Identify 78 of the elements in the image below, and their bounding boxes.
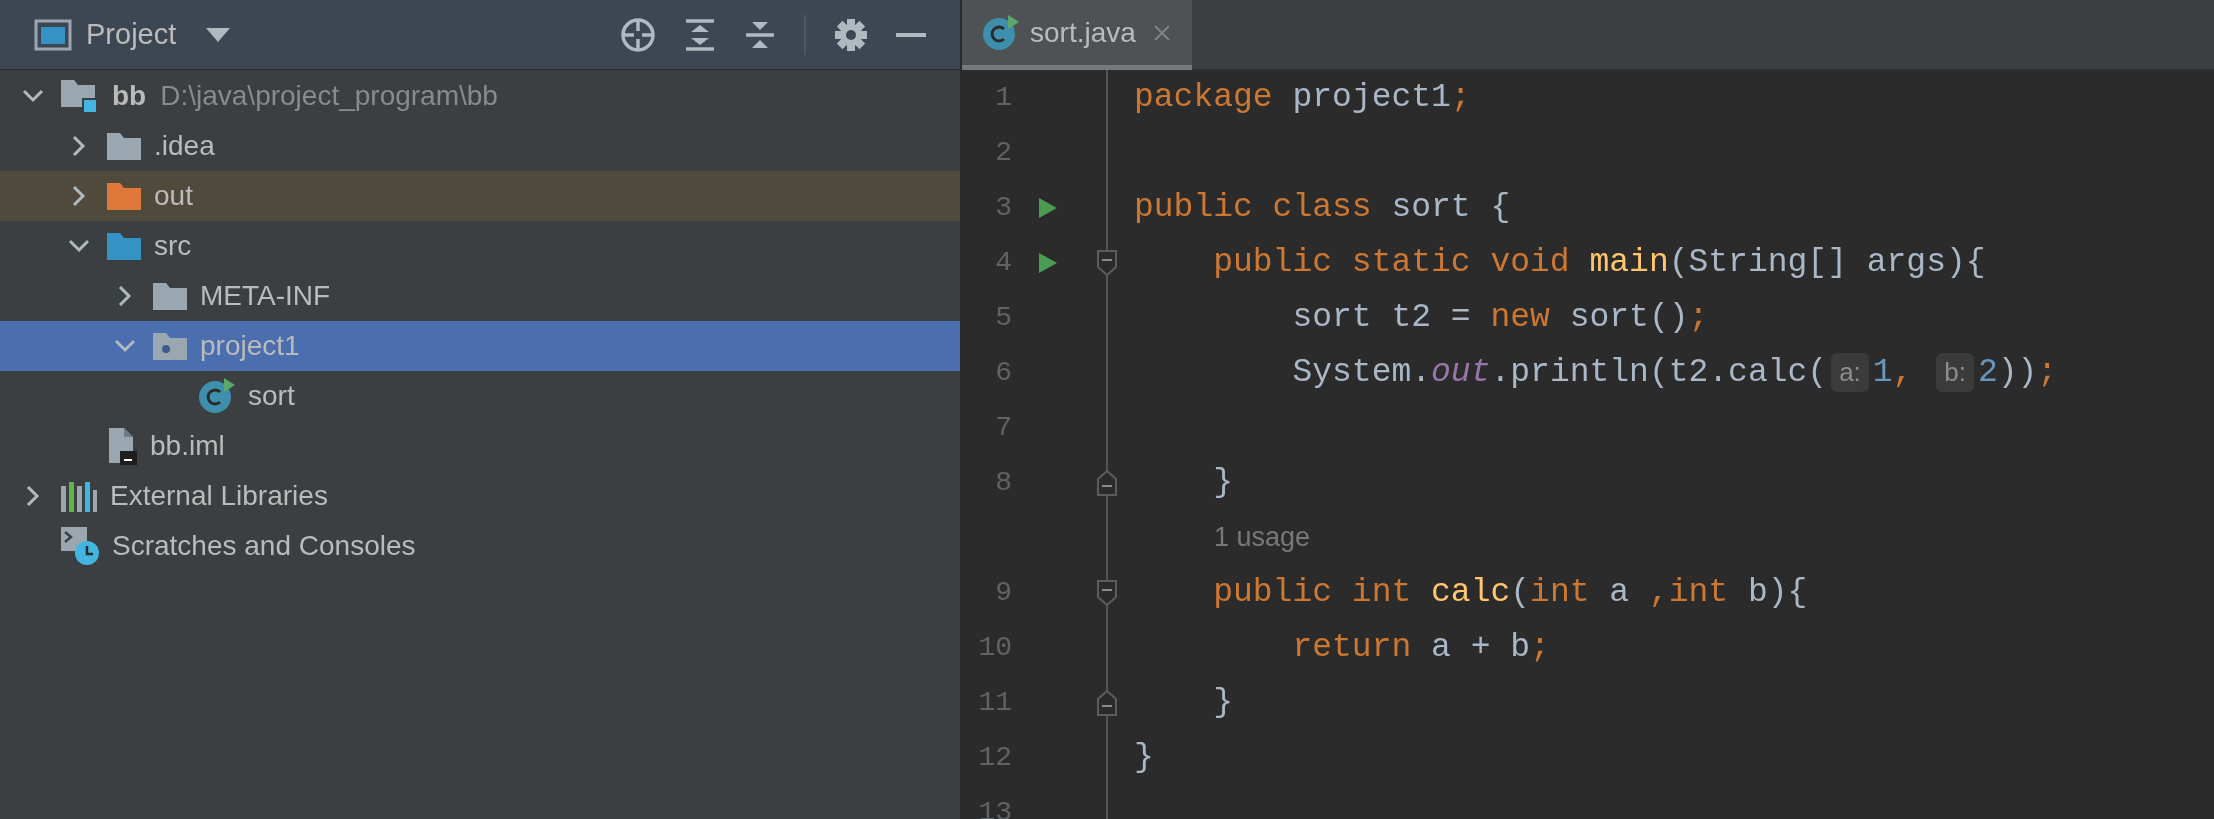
library-bars-icon (60, 480, 98, 512)
expanded-chevron-icon[interactable] (68, 239, 90, 253)
line-number: 5 (994, 300, 1012, 335)
tree-item[interactable]: .idea (0, 121, 960, 171)
panel-title: Project (86, 16, 177, 52)
tree-item-label: bb.iml (150, 429, 225, 463)
collapsed-chevron-icon[interactable] (72, 135, 86, 157)
fold-marker-icon[interactable] (1097, 579, 1117, 606)
tree-item-label: out (154, 179, 193, 213)
collapsed-chevron-icon[interactable] (118, 285, 132, 307)
settings-icon[interactable] (834, 17, 868, 52)
tree-item[interactable]: src (0, 221, 960, 271)
window-icon (34, 18, 72, 51)
collapsed-chevron-icon[interactable] (26, 485, 40, 507)
code-line: return a + b; (1291, 627, 1550, 668)
tree-item[interactable]: Scratches and Consoles (0, 521, 960, 571)
tree-item[interactable]: External Libraries (0, 471, 960, 521)
tree-item-label: META-INF (200, 279, 331, 313)
dropdown-caret-icon[interactable] (206, 27, 231, 42)
line-number: 13 (977, 795, 1012, 819)
code-line: sort t2 = new sort(); (1291, 297, 1709, 338)
folder-icon (106, 231, 142, 261)
tree-item-label: bb (112, 79, 147, 113)
tree-item-label: .idea (154, 129, 215, 163)
line-number: 10 (977, 630, 1012, 665)
folder-icon (106, 181, 142, 211)
expanded-chevron-icon[interactable] (22, 89, 44, 103)
tree-item[interactable]: META-INF (0, 271, 960, 321)
line-number: 11 (977, 685, 1012, 720)
fold-marker-icon[interactable] (1097, 249, 1117, 276)
usage-hint[interactable]: 1 usage (1214, 517, 1311, 558)
tree-item[interactable]: sort (0, 371, 960, 421)
code-line: public class sort { (1134, 187, 1511, 228)
line-number: 6 (994, 355, 1012, 390)
line-number: 7 (994, 410, 1012, 445)
code-line: package project1; (1134, 77, 1471, 118)
code-line: public static void main(String[] args){ (1212, 242, 1986, 283)
code-line: public int calc(int a ,int b){ (1212, 572, 1808, 613)
code-line: } (1212, 682, 1234, 723)
tree-item[interactable]: bb.iml (0, 421, 960, 471)
package-folder-icon (152, 331, 188, 361)
tree-item[interactable]: out (0, 171, 960, 221)
locate-icon[interactable] (620, 16, 656, 53)
minimize-icon[interactable] (896, 31, 926, 38)
java-class-icon (198, 377, 236, 415)
fold-marker-icon[interactable] (1097, 689, 1117, 716)
run-icon[interactable] (1038, 196, 1058, 219)
folder-icon (152, 281, 188, 311)
tree-item-label: Scratches and Consoles (112, 529, 416, 563)
parameter-hint: a: (1831, 353, 1869, 392)
expand-all-icon[interactable] (684, 17, 716, 52)
parameter-hint: b: (1936, 353, 1974, 392)
line-number: 8 (994, 465, 1012, 500)
code-line: } (1212, 462, 1234, 503)
line-number: 9 (994, 575, 1012, 610)
tree-item-label: sort (248, 379, 295, 413)
tree-item-label: project1 (200, 329, 300, 363)
folder-icon (106, 131, 142, 161)
java-class-icon (982, 13, 1020, 52)
file-icon (106, 427, 138, 465)
line-number: 12 (977, 740, 1012, 775)
project-path: D:\java\project_program\bb (160, 79, 498, 113)
tree-item-label: src (154, 229, 192, 263)
line-number: 3 (994, 190, 1012, 225)
code-line: System.out.println(t2.calc( a: 1, b: 2)); (1291, 352, 2058, 394)
code-line: } (1134, 737, 1154, 778)
fold-marker-icon[interactable] (1097, 469, 1117, 496)
tab-label: sort.java (1030, 15, 1136, 50)
run-icon[interactable] (1038, 251, 1058, 274)
line-number: 4 (994, 245, 1012, 280)
collapsed-chevron-icon[interactable] (72, 185, 86, 207)
scratch-clock-icon (60, 526, 100, 566)
file-tab[interactable]: sort.java (962, 0, 1192, 70)
line-number: 1 (994, 80, 1012, 115)
tree-item-label: External Libraries (110, 479, 328, 513)
expanded-chevron-icon[interactable] (114, 339, 136, 353)
line-number: 2 (994, 135, 1012, 170)
tree-item[interactable]: bb D:\java\project_program\bb (0, 71, 960, 121)
